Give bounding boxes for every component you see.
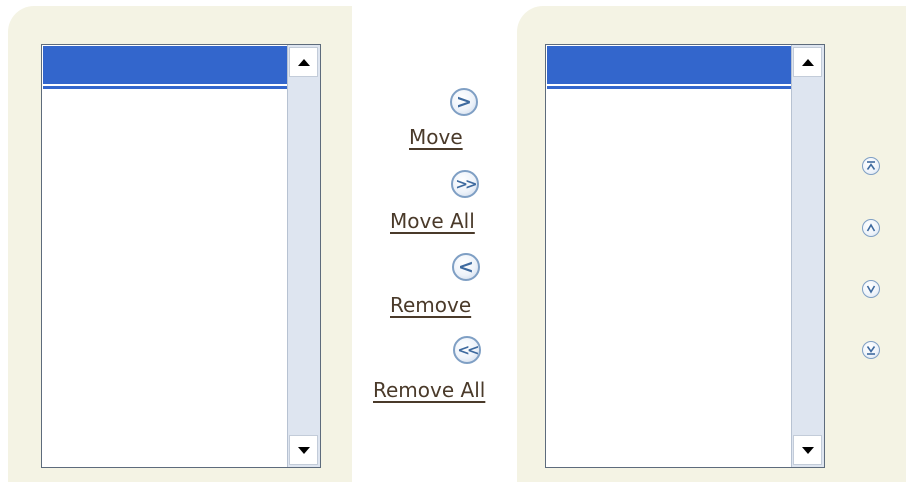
double-chevron-right-icon[interactable]: >> — [451, 170, 479, 198]
arrow-up-icon — [801, 58, 814, 66]
move-all-link[interactable]: Move All — [390, 211, 475, 231]
arrow-down-icon — [801, 446, 814, 454]
move-to-bottom-icon[interactable] — [862, 341, 880, 359]
scroll-up-button[interactable] — [793, 47, 822, 77]
selected-listbox[interactable] — [545, 44, 825, 468]
scroll-down-button[interactable] — [793, 435, 822, 465]
shuttle-widget: > Move >> Move All < Remove << Remove Al… — [0, 0, 906, 482]
available-listbox[interactable] — [41, 44, 321, 468]
scroll-up-button[interactable] — [289, 47, 318, 77]
available-scrollbar[interactable] — [287, 45, 320, 467]
selected-scrollbar[interactable] — [791, 45, 824, 467]
available-selected-item[interactable] — [43, 46, 287, 89]
chevron-right-icon[interactable]: > — [450, 88, 478, 116]
double-chevron-left-icon[interactable]: << — [453, 336, 481, 364]
chevron-left-icon[interactable]: < — [452, 253, 480, 281]
scroll-down-button[interactable] — [289, 435, 318, 465]
move-down-icon[interactable] — [862, 280, 880, 298]
remove-all-link[interactable]: Remove All — [373, 380, 485, 400]
selected-list-area[interactable] — [546, 45, 791, 467]
move-to-top-icon[interactable] — [862, 157, 880, 175]
move-up-icon[interactable] — [862, 219, 880, 237]
arrow-up-icon — [297, 58, 310, 66]
move-link[interactable]: Move — [409, 127, 463, 147]
available-list-area[interactable] — [42, 45, 287, 467]
remove-link[interactable]: Remove — [390, 295, 471, 315]
selected-selected-item[interactable] — [547, 46, 791, 89]
arrow-down-icon — [297, 446, 310, 454]
